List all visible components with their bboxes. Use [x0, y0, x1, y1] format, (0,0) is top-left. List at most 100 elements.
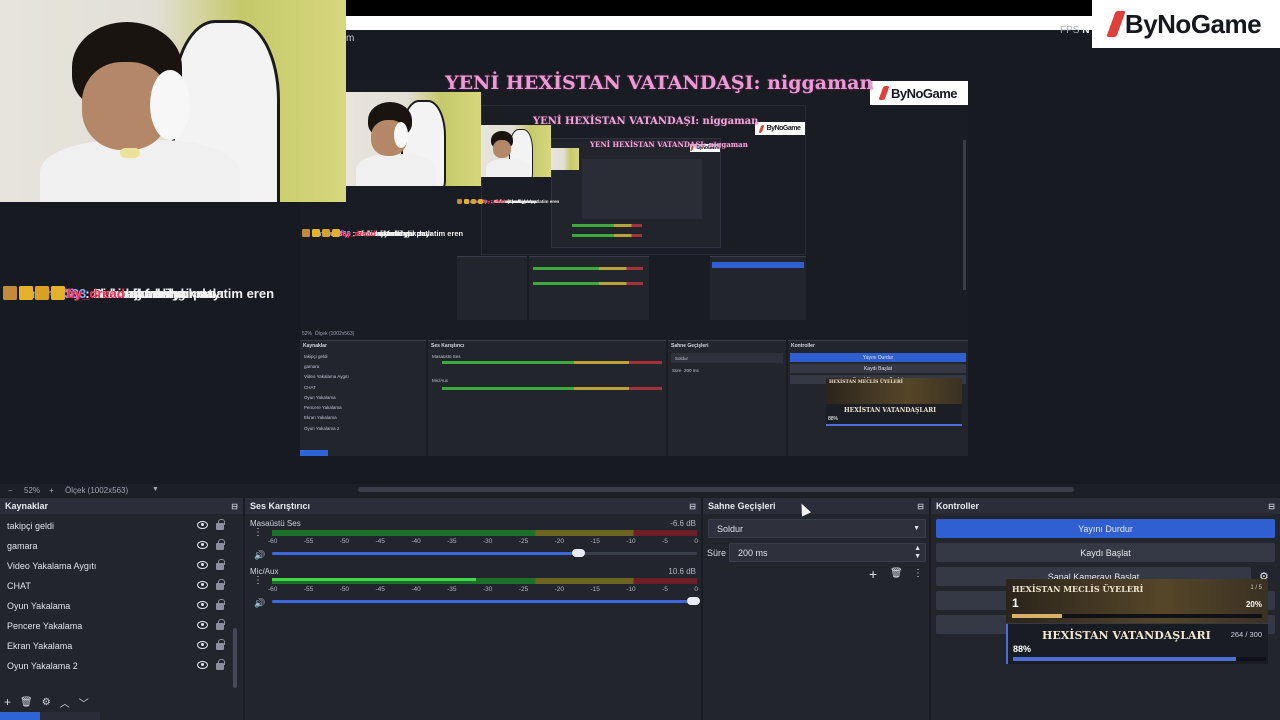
- channel-menu-icon[interactable]: ⋮: [253, 528, 263, 538]
- chat-badge-icon: [464, 198, 469, 204]
- citizens-title: HEXİSTAN VATANDAŞLARI: [1042, 629, 1211, 642]
- fps-label: FPS N: [1060, 25, 1089, 36]
- chat-badge-icon: [19, 286, 33, 300]
- headset-mic: [120, 148, 140, 158]
- chat-badge-icon: [478, 198, 483, 204]
- council-title: HEXİSTAN MECLİS ÜYELERİ: [1012, 584, 1144, 594]
- volume-slider[interactable]: [272, 549, 697, 557]
- add-transition-icon[interactable]: +: [869, 566, 877, 582]
- tab-scenes-active[interactable]: [0, 712, 40, 720]
- meter-scale-tick: -30: [482, 538, 493, 545]
- eye-icon[interactable]: [197, 581, 208, 589]
- controls-title-bar: Kontroller ⊟: [931, 498, 1280, 514]
- source-row[interactable]: Pencere Yakalama: [0, 616, 243, 636]
- lock-icon[interactable]: [216, 639, 225, 650]
- meter-scale: -60 -55 -50 -45 -40 -35 -30 -25 -20 -15 -10 -5 0: [268, 586, 698, 593]
- zoom-out-button[interactable]: −: [8, 486, 13, 495]
- follower-banner-nested-2: YENİ HEXİSTAN VATANDAŞI: niggaman: [590, 140, 748, 149]
- channel-menu-icon[interactable]: ⋮: [253, 576, 263, 586]
- zoom-in-button[interactable]: +: [49, 486, 54, 495]
- eye-icon[interactable]: [197, 641, 208, 649]
- source-row[interactable]: Oyun Yakalama: [0, 596, 243, 616]
- meter-scale-tick: -45: [375, 586, 385, 593]
- move-down-icon[interactable]: ﹀: [79, 695, 89, 710]
- source-row[interactable]: Video Yakalama Aygıtı: [0, 556, 243, 576]
- meter-scale-tick: -50: [339, 586, 350, 593]
- lock-icon[interactable]: [216, 599, 225, 610]
- scale-label: Ölçek (1002x563): [65, 486, 129, 495]
- volume-slider[interactable]: [272, 597, 700, 605]
- level-meter-fill: [272, 578, 476, 581]
- nested-mixer-panel: Ses Karıştırıcı Masaüstü Ses Mic/Aux: [428, 340, 666, 456]
- transition-menu-icon[interactable]: ⋮: [913, 568, 923, 579]
- brand-text: ByNoGame: [766, 125, 801, 132]
- eye-icon[interactable]: [197, 521, 208, 529]
- eye-icon[interactable]: [197, 561, 208, 569]
- source-row[interactable]: Oyun Yakalama 2: [0, 656, 243, 676]
- sources-scrollbar[interactable]: [233, 628, 237, 688]
- meter-scale-tick: -15: [590, 586, 600, 593]
- source-row[interactable]: Ekran Yakalama: [0, 636, 243, 656]
- channel-name: Mic/Aux: [250, 567, 279, 576]
- fps-label-text: FPS: [1060, 25, 1080, 36]
- stream-preview: FPS N m Kaynaklar takipçi geldi gamara V…: [0, 0, 1280, 484]
- source-row[interactable]: takipçi geldi: [0, 516, 243, 536]
- nested-trans-duration: 200 ms: [684, 367, 699, 373]
- nested-transitions-panel: Sahne Geçişleri Soldur Süre 200 ms: [668, 340, 786, 456]
- webcam-nested-2: [481, 125, 551, 177]
- sources-title-bar: Kaynaklar ⊟: [0, 498, 243, 514]
- volume-slider-fill: [272, 552, 583, 555]
- transition-select[interactable]: Soldur ▼: [708, 519, 926, 538]
- speaker-icon[interactable]: 🔊: [254, 550, 265, 561]
- dock-icon[interactable]: ⊟: [917, 502, 924, 511]
- preview-horizontal-scrollbar[interactable]: [358, 487, 1074, 492]
- stop-stream-button[interactable]: Yayını Durdur: [936, 519, 1275, 538]
- scale-dropdown-icon[interactable]: ▼: [152, 486, 159, 493]
- lock-icon[interactable]: [216, 559, 225, 570]
- remove-source-icon[interactable]: 🗑: [20, 697, 33, 708]
- gear-icon[interactable]: ⚙: [42, 697, 51, 708]
- eye-icon[interactable]: [197, 621, 208, 629]
- citizens-progress-fill: [1013, 657, 1236, 661]
- tab-sources[interactable]: [40, 712, 100, 720]
- meter-scale-tick: -60: [268, 586, 278, 593]
- lock-icon[interactable]: [216, 659, 225, 670]
- dock-icon[interactable]: ⊟: [689, 502, 696, 511]
- start-record-button[interactable]: Kaydı Başlat: [936, 543, 1275, 562]
- nested3-inner: [582, 159, 702, 219]
- nested-trans-select: Soldur: [671, 353, 783, 364]
- eye-icon[interactable]: [197, 541, 208, 549]
- move-up-icon[interactable]: ︿: [60, 695, 70, 710]
- council-count: 1 / 5: [1250, 585, 1262, 591]
- chat-message: : harbi ya: [509, 198, 530, 204]
- lock-icon[interactable]: [216, 619, 225, 630]
- council-value: 1: [1012, 596, 1019, 610]
- meter-scale-tick: -45: [375, 538, 385, 545]
- lock-icon[interactable]: [216, 539, 225, 550]
- add-source-icon[interactable]: +: [4, 695, 11, 709]
- webcam-nested-3: [551, 148, 579, 170]
- lock-icon[interactable]: [216, 579, 225, 590]
- eye-icon[interactable]: [197, 661, 208, 669]
- volume-slider-handle[interactable]: [687, 597, 700, 605]
- council-widget: HEXİSTAN MECLİS ÜYELERİ 1 / 5 1 20%: [1006, 579, 1268, 623]
- volume-slider-handle[interactable]: [572, 549, 586, 557]
- source-row[interactable]: gamara: [0, 536, 243, 556]
- zoom-value: 52%: [24, 486, 41, 495]
- meter-scale-tick: -25: [518, 586, 529, 593]
- source-row[interactable]: CHAT: [0, 576, 243, 596]
- dock-icon[interactable]: ⊟: [1268, 502, 1275, 511]
- nested2-controls: [710, 256, 806, 320]
- meter-scale: -60 -55 -50 -45 -40 -35 -30 -25 -20 -15 -10 -5 0: [268, 538, 698, 545]
- remove-transition-icon[interactable]: 🗑: [890, 568, 903, 579]
- nested-mixer-title: Ses Karıştırıcı: [431, 343, 465, 349]
- bynogame-logo-nested: ByNoGame: [870, 81, 968, 105]
- lock-icon[interactable]: [216, 519, 225, 530]
- duration-input[interactable]: 200 ms ▲ ▼: [729, 543, 926, 562]
- stepper-icon[interactable]: ▲ ▼: [914, 545, 921, 561]
- speaker-icon[interactable]: 🔊: [254, 598, 265, 609]
- transition-selected: Soldur: [717, 523, 744, 534]
- dock-icon[interactable]: ⊟: [231, 502, 238, 511]
- transitions-title: Sahne Geçişleri: [708, 501, 776, 511]
- eye-icon[interactable]: [197, 601, 208, 609]
